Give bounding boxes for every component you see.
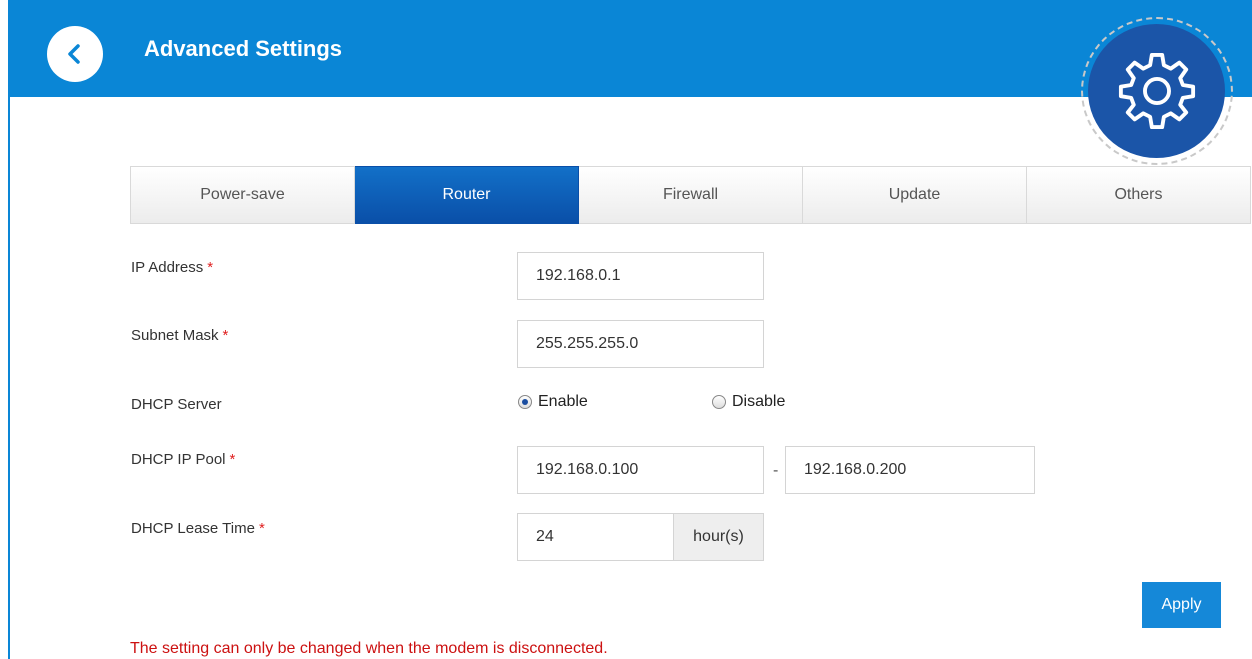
left-border xyxy=(8,0,10,659)
radio-unchecked-icon xyxy=(712,395,726,409)
back-button[interactable] xyxy=(47,26,103,82)
subnet-mask-input[interactable]: 255.255.255.0 xyxy=(517,320,764,368)
dhcp-server-label: DHCP Server xyxy=(131,396,222,413)
dhcp-pool-start-input[interactable]: 192.168.0.100 xyxy=(517,446,764,494)
required-marker: * xyxy=(229,451,236,468)
ip-address-label: IP Address * xyxy=(131,259,213,276)
dhcp-enable-radio[interactable]: Enable xyxy=(518,393,588,411)
subnet-mask-label: Subnet Mask * xyxy=(131,327,228,344)
radio-checked-icon xyxy=(518,395,532,409)
dhcp-ip-pool-label-text: DHCP IP Pool xyxy=(131,451,226,468)
dhcp-disable-radio[interactable]: Disable xyxy=(712,393,785,411)
apply-button[interactable]: Apply xyxy=(1142,582,1221,628)
tab-others[interactable]: Others xyxy=(1027,166,1251,224)
dhcp-enable-label: Enable xyxy=(538,393,588,410)
dhcp-lease-time-label-text: DHCP Lease Time xyxy=(131,520,255,537)
lease-time-input[interactable]: 24 xyxy=(517,513,674,561)
ip-address-label-text: IP Address xyxy=(131,259,204,276)
tab-power-save[interactable]: Power-save xyxy=(130,166,355,224)
disconnect-note: The setting can only be changed when the… xyxy=(130,640,608,657)
settings-tabs: Power-save Router Firewall Update Others xyxy=(130,166,1251,224)
dhcp-disable-label: Disable xyxy=(732,393,786,410)
tab-firewall[interactable]: Firewall xyxy=(579,166,803,224)
gear-icon xyxy=(1118,52,1195,130)
required-marker: * xyxy=(222,327,229,344)
page-title: Advanced Settings xyxy=(144,36,343,61)
required-marker: * xyxy=(207,259,214,276)
required-marker: * xyxy=(258,520,265,537)
dhcp-pool-end-input[interactable]: 192.168.0.200 xyxy=(785,446,1035,494)
dhcp-ip-pool-label: DHCP IP Pool * xyxy=(131,451,235,468)
settings-badge xyxy=(1088,24,1225,158)
chevron-left-icon xyxy=(68,44,80,64)
lease-time-unit: hour(s) xyxy=(673,513,764,561)
dhcp-lease-time-label: DHCP Lease Time * xyxy=(131,520,265,537)
ip-address-input[interactable]: 192.168.0.1 xyxy=(517,252,764,300)
subnet-mask-label-text: Subnet Mask xyxy=(131,327,219,344)
tab-update[interactable]: Update xyxy=(803,166,1027,224)
header-bar: Advanced Settings xyxy=(8,0,1252,97)
tab-router[interactable]: Router xyxy=(355,166,579,224)
range-separator: - xyxy=(773,462,779,479)
